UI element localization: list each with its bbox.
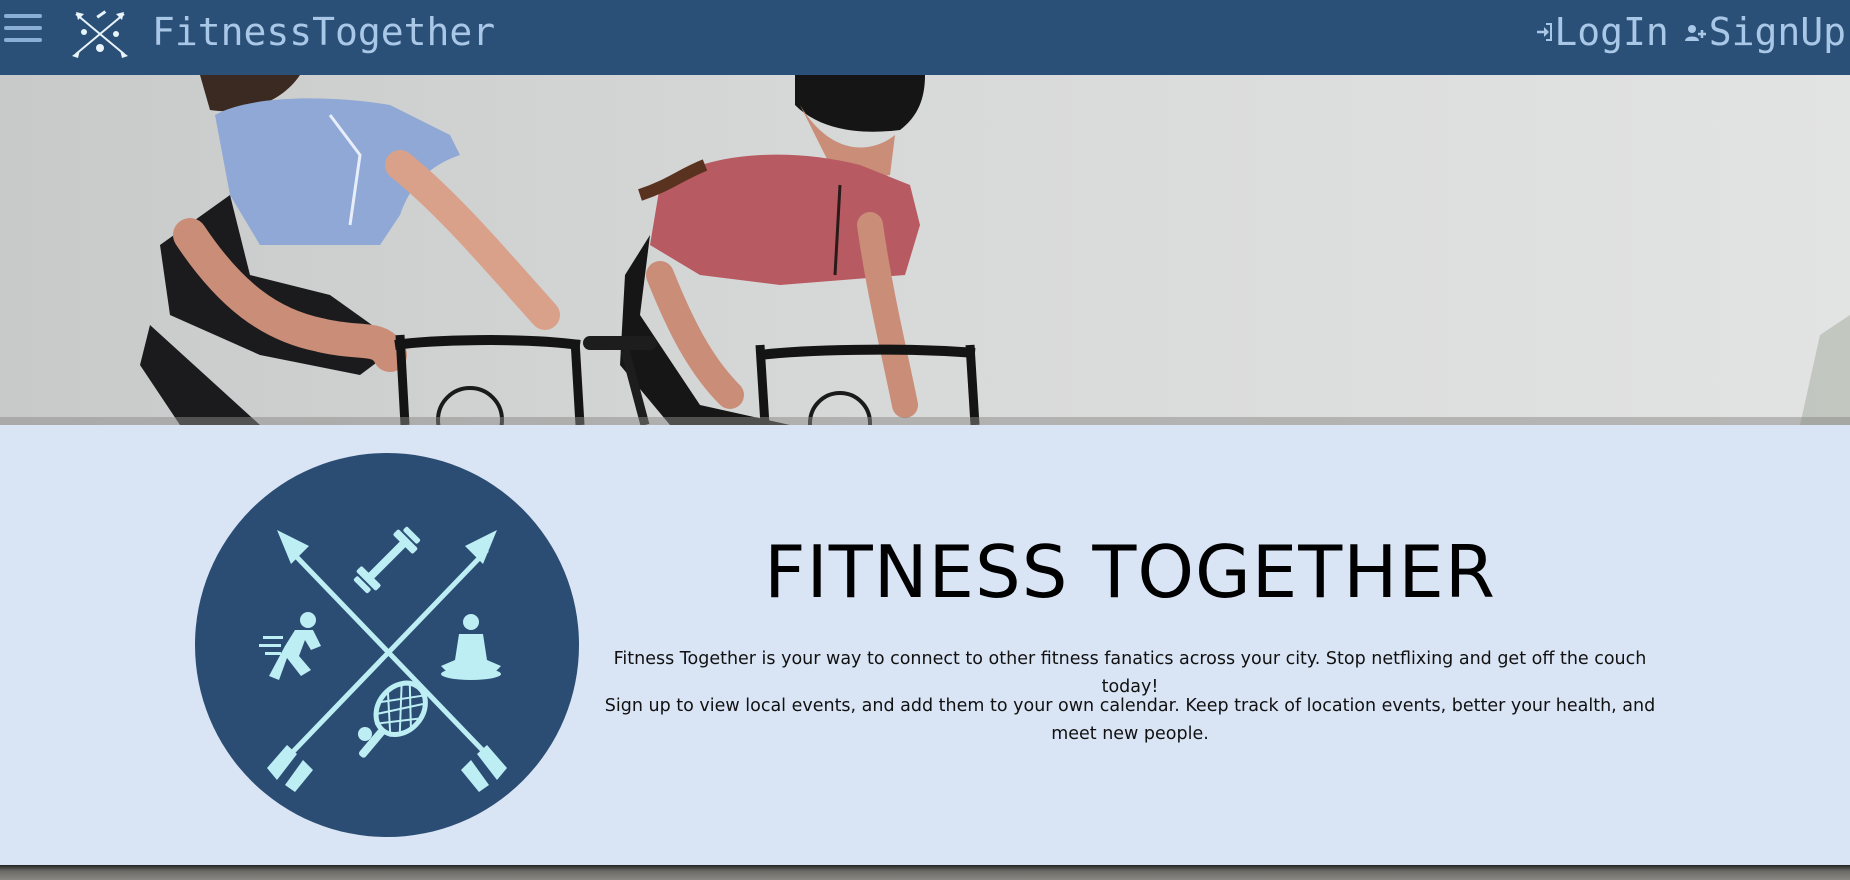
fitness-badge-logo bbox=[195, 453, 579, 837]
signup-link[interactable]: SignUp bbox=[1684, 10, 1846, 54]
login-icon bbox=[1537, 23, 1553, 41]
login-link[interactable]: LogIn bbox=[1536, 10, 1669, 54]
hamburger-menu-icon[interactable] bbox=[4, 14, 42, 42]
brand-name[interactable]: FitnessTogether bbox=[152, 10, 495, 54]
logo-icon[interactable] bbox=[70, 8, 130, 60]
login-label[interactable]: LogIn bbox=[1554, 10, 1668, 54]
page-title: FITNESS TOGETHER bbox=[764, 530, 1496, 614]
hero-illustration bbox=[0, 75, 1850, 425]
intro-paragraph-2: Sign up to view local events, and add th… bbox=[604, 696, 1656, 744]
signup-label[interactable]: SignUp bbox=[1709, 10, 1846, 54]
user-plus-icon bbox=[1684, 25, 1706, 41]
auth-links: LogIn SignUp bbox=[1536, 10, 1846, 54]
top-navbar: FitnessTogether LogIn SignUp bbox=[0, 0, 1850, 75]
intro-section: FITNESS TOGETHER Fitness Together is you… bbox=[0, 425, 1850, 865]
cyclists-hero-photo bbox=[0, 75, 1850, 425]
footer-photo-strip bbox=[0, 865, 1850, 880]
